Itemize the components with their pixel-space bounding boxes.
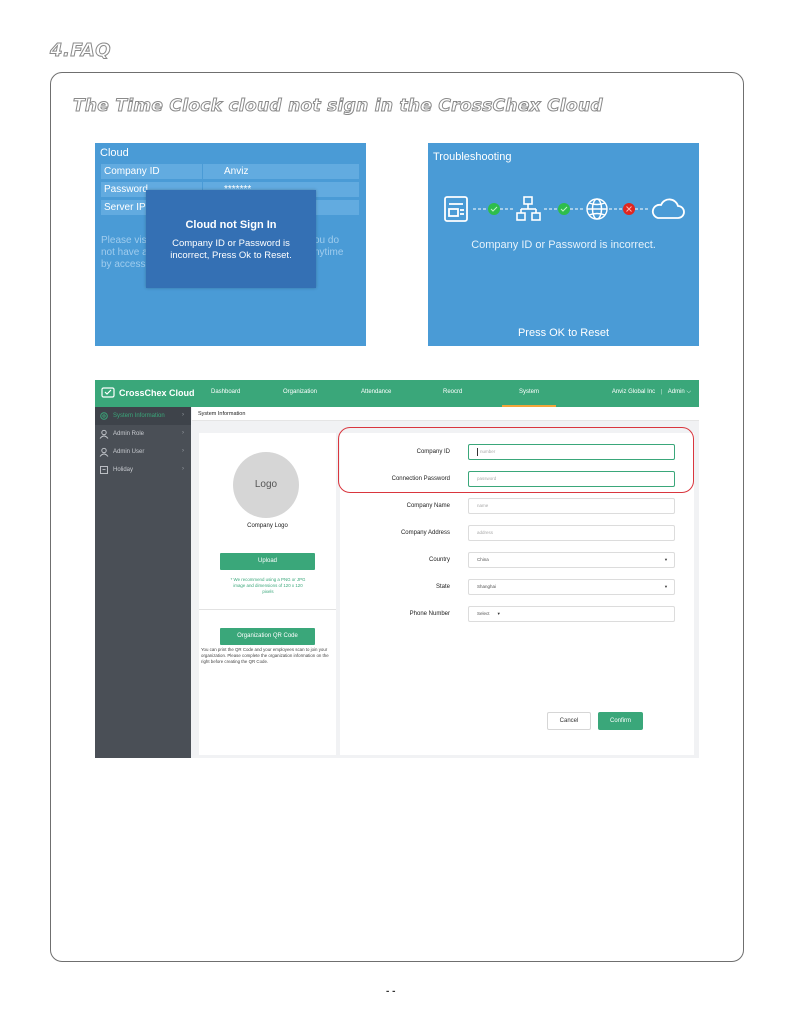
sidebar-item-label: Holiday [113, 467, 134, 473]
nav-attendance[interactable]: Attendance [361, 389, 391, 395]
network-icon [516, 196, 541, 221]
globe-icon [586, 198, 608, 220]
brand[interactable]: CrossChex Cloud [101, 387, 195, 399]
status-ok-icon [558, 203, 570, 215]
qr-code-note: You can print the QR Code and your emplo… [201, 647, 329, 664]
confirm-button[interactable]: Confirm [598, 712, 643, 730]
chevron-right-icon: › [182, 430, 184, 436]
caret-down-icon: ▼ [664, 557, 668, 562]
dialog-title: Cloud not Sign In [185, 219, 277, 231]
caret-down-icon: ▼ [496, 611, 501, 616]
row-label: Company ID [104, 166, 160, 177]
logo-caption: Company Logo [247, 523, 288, 529]
state-select[interactable]: Shanghai ▼ [468, 579, 675, 595]
user-name: Admin [667, 389, 685, 395]
sidebar-item-label: Admin User [113, 449, 145, 455]
logo-placeholder[interactable]: Logo [233, 452, 299, 518]
chevron-right-icon: › [182, 412, 184, 418]
status-ok-icon [488, 203, 500, 215]
breadcrumb-bar: System Information [192, 407, 699, 421]
user-icon [99, 447, 109, 457]
user-role-icon [99, 429, 109, 439]
sidebar-item-label: System Information [113, 413, 165, 419]
company-name-label: Company Name [406, 503, 450, 509]
company-name-input[interactable]: name [468, 498, 675, 514]
sidebar-item-label: Admin Role [113, 431, 145, 437]
company-id-row[interactable]: Company ID Anviz [101, 164, 359, 179]
upload-button[interactable]: Upload [220, 553, 315, 570]
chevron-down-icon: ⌵ [686, 389, 691, 395]
breadcrumb[interactable]: System Information [198, 411, 245, 417]
page-number: - - [386, 986, 396, 997]
nav-record[interactable]: Reocrd [443, 389, 462, 395]
logo-card: Logo Company Logo Upload * We recommend … [199, 433, 336, 755]
sidebar-item-holiday[interactable]: Holiday › [95, 461, 191, 479]
country-code-select: Select [477, 611, 490, 616]
chevron-right-icon: › [182, 466, 184, 472]
device-cloud-screen: Cloud Company ID Anviz Password ******* … [95, 143, 366, 346]
row-label: Server IP [104, 202, 146, 213]
row-label: Password [104, 184, 148, 195]
company-address-input[interactable]: address [468, 525, 675, 541]
company-name: Anviz Global Inc [611, 389, 656, 395]
state-label: State [435, 584, 450, 590]
top-nav-bar: CrossChex Cloud Dashboard Organization A… [95, 380, 699, 407]
nav-dashboard[interactable]: Dashboard [211, 389, 240, 395]
phone-number-input[interactable]: Select ▼ [468, 606, 675, 622]
account-menu[interactable]: Anviz Global Inc | Admin ⌵ [612, 389, 691, 396]
upload-note: * We recommend using a PNG or JPG image … [230, 577, 306, 594]
reset-prompt[interactable]: Press OK to Reset [428, 327, 699, 339]
cloud-icon [651, 198, 685, 219]
sidebar-item-system-information[interactable]: System Information › [95, 407, 191, 425]
sidebar: System Information › Admin Role › Admin … [95, 407, 191, 758]
crosschex-logo-icon [101, 387, 115, 398]
screen-title: Cloud [100, 147, 129, 159]
dialog-message: Company ID or Password is incorrect, Pre… [170, 238, 292, 261]
connection-chain-diagram [444, 196, 685, 222]
cloud-error-dialog[interactable]: Cloud not Sign In Company ID or Password… [146, 190, 316, 288]
chevron-right-icon: › [182, 448, 184, 454]
sidebar-item-admin-user[interactable]: Admin User › [95, 443, 191, 461]
highlight-callout [338, 427, 694, 493]
account-separator: | [660, 389, 663, 395]
qr-code-button[interactable]: Organization QR Code [220, 628, 315, 645]
divider [199, 609, 336, 610]
row-value: Anviz [224, 166, 249, 177]
row-divider [202, 164, 203, 179]
calendar-icon [100, 466, 108, 474]
country-select[interactable]: China ▼ [468, 552, 675, 568]
section-title: 4.FAQ [49, 40, 112, 62]
caret-down-icon: ▼ [664, 584, 668, 589]
screen-title: Troubleshooting [433, 151, 512, 163]
cancel-button[interactable]: Cancel [547, 712, 591, 730]
nav-organization[interactable]: Organization [283, 389, 317, 395]
country-label: Country [428, 557, 450, 563]
brand-name: CrossChex Cloud [119, 388, 195, 398]
phone-number-label: Phone Number [409, 611, 450, 617]
company-address-label: Company Address [400, 530, 450, 536]
sidebar-item-admin-role[interactable]: Admin Role › [95, 425, 191, 443]
device-troubleshooting-screen: Troubleshooting Company ID or Password i… [428, 143, 699, 346]
faq-question: The Time Clock cloud not sign in the Cro… [73, 96, 604, 117]
gear-icon [100, 412, 108, 420]
device-icon [444, 196, 468, 222]
error-message: Company ID or Password is incorrect. [471, 239, 656, 251]
nav-system[interactable]: System [519, 389, 539, 395]
